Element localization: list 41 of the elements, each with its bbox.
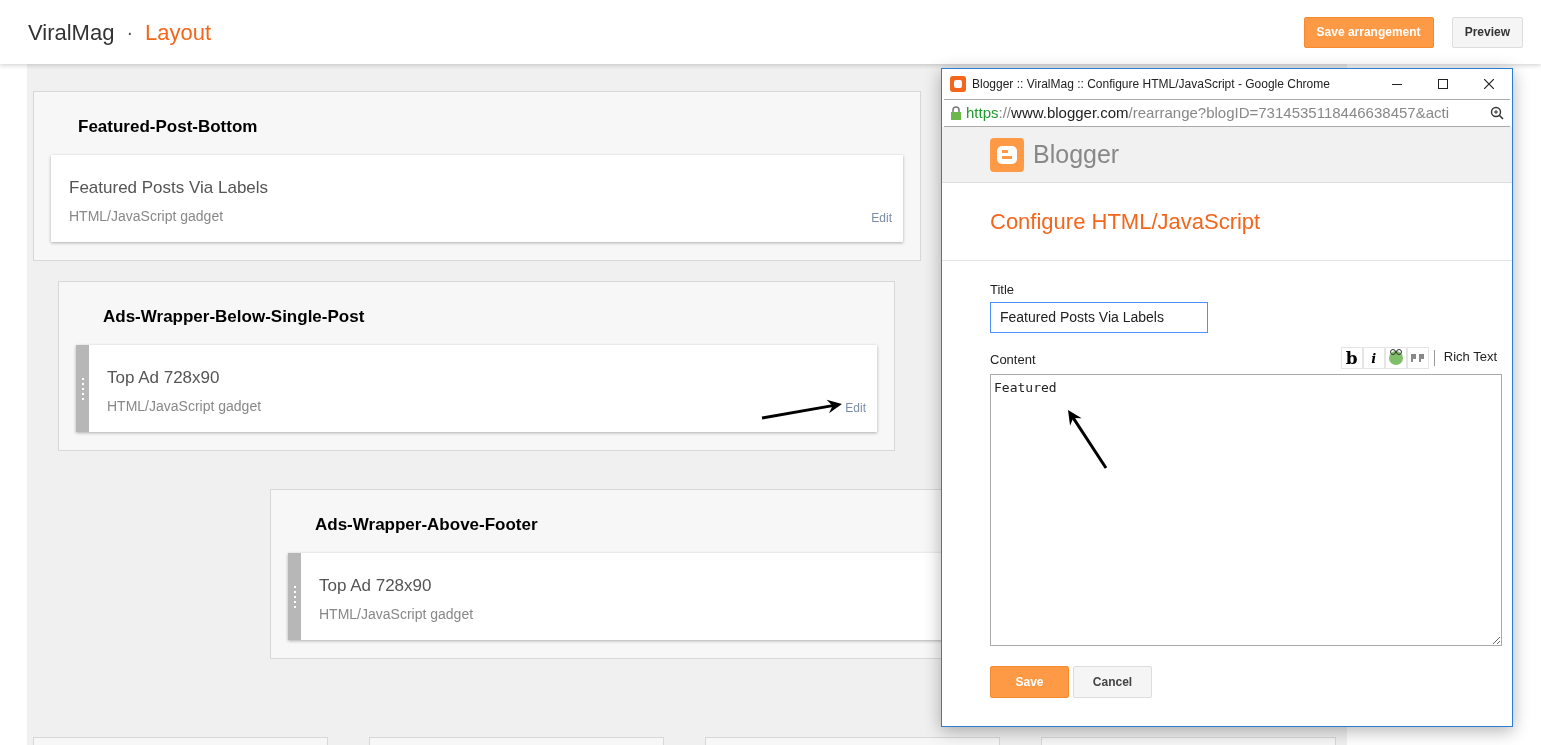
link-button[interactable]	[1384, 347, 1407, 369]
gadget-type: HTML/JavaScript gadget	[319, 604, 474, 624]
drag-handle[interactable]	[288, 553, 301, 640]
blogger-icon	[950, 76, 966, 92]
gadget-type: HTML/JavaScript gadget	[107, 396, 262, 416]
gadget-type: HTML/JavaScript gadget	[69, 206, 225, 226]
field-label: Content	[990, 350, 1037, 369]
maximize-icon	[1438, 79, 1448, 89]
drag-handle[interactable]	[76, 345, 89, 432]
window-title: Blogger :: ViralMag :: Configure HTML/JavaScript - Google Chrome	[972, 76, 1331, 93]
field-label: Title	[990, 281, 1016, 299]
bold-button[interactable]: b	[1340, 347, 1363, 369]
dialog-heading: Configure HTML/JavaScript	[990, 208, 1261, 236]
italic-button[interactable]: i	[1362, 347, 1385, 369]
close-icon	[1484, 79, 1494, 89]
lock-icon	[950, 106, 962, 120]
pointer-arrow	[1068, 410, 1108, 469]
edit-link[interactable]: Edit	[845, 399, 866, 417]
edit-link[interactable]: Edit	[871, 209, 892, 227]
url-text: https://www.blogger.com/rearrange?blogID=7314535118446638457&acti	[966, 102, 1450, 123]
brand-name: Blogger	[1033, 138, 1120, 170]
blogger-logo-icon	[990, 137, 1024, 172]
minimize-icon	[1392, 83, 1402, 85]
gadget-title: Top Ad 728x90	[319, 575, 433, 597]
preview-button[interactable]: Preview	[1451, 16, 1523, 48]
gadget-title: Featured Posts Via Labels	[69, 177, 269, 199]
title-field[interactable]: Featured Posts Via Labels	[990, 301, 1208, 333]
address-bar[interactable]: https://www.blogger.com/rearrange?blogID=7314535118446638457&acti	[944, 99, 1510, 127]
section-title: Featured-Post-Bottom	[77, 116, 259, 138]
quote-button[interactable]	[1406, 347, 1429, 369]
gadget-title: Top Ad 728x90	[107, 367, 221, 389]
cancel-button[interactable]: Cancel	[1073, 666, 1152, 698]
section-title: Ads-Wrapper-Below-Single-Post	[102, 306, 366, 328]
content-field[interactable]: Featured	[990, 374, 1502, 646]
section-title: Ads-Wrapper-Above-Footer	[314, 514, 539, 536]
page-title: Layout	[145, 18, 212, 47]
zoom-icon[interactable]	[1490, 106, 1504, 120]
title-separator: ·	[126, 20, 134, 45]
globe-icon	[1386, 349, 1405, 367]
rich-text-link[interactable]: Rich Text	[1443, 346, 1497, 366]
site-title: ViralMag	[28, 18, 115, 47]
